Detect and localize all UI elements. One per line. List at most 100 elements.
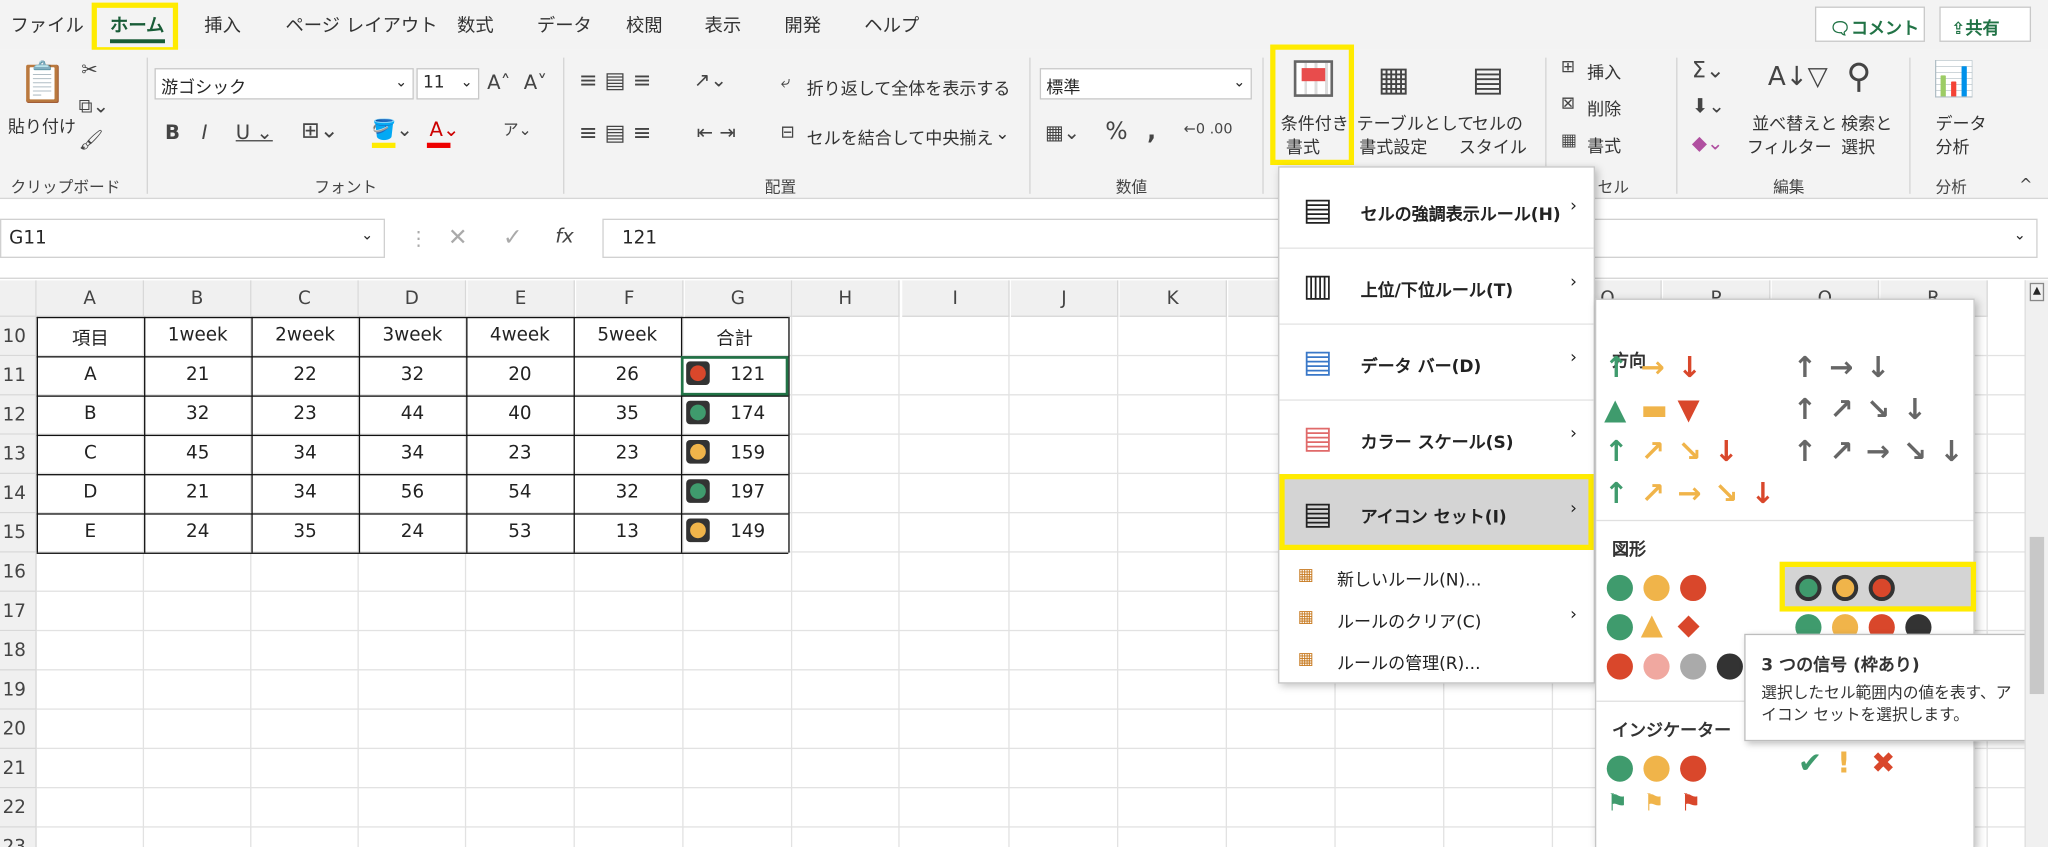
total-cell[interactable]: 159 <box>712 443 783 464</box>
table-cell[interactable]: 13 <box>574 521 681 542</box>
decimal-icon[interactable]: ←0 .00 <box>1184 120 1233 137</box>
decrease-font-icon[interactable]: A˅ <box>524 71 547 95</box>
collapse-ribbon-icon[interactable]: ^ <box>2019 175 2032 193</box>
format-cells-icon[interactable]: ▦ <box>1561 131 1577 151</box>
select-all-corner[interactable] <box>0 280 37 317</box>
italic-icon[interactable]: I <box>202 120 208 144</box>
font-color-icon[interactable]: A⌄ <box>430 118 460 142</box>
total-cell[interactable]: 197 <box>712 482 783 503</box>
table-header-cell[interactable]: 3week <box>359 325 466 346</box>
conditional-format-label-1[interactable]: 条件付き <box>1281 110 1349 135</box>
cut-icon[interactable]: ✂ <box>81 58 97 82</box>
direction-arrow-icon[interactable]: ▼ <box>1677 394 1699 427</box>
copy-icon[interactable]: ⧉⌄ <box>79 94 109 118</box>
table-format-icon[interactable]: ▦ <box>1378 60 1410 99</box>
tab-developer[interactable]: 開発 <box>784 12 821 38</box>
tab-review[interactable]: 校閲 <box>626 12 663 38</box>
column-header[interactable]: K <box>1119 280 1228 317</box>
menu-item-new-rule[interactable]: ▦ 新しいルール(N)... <box>1279 558 1593 597</box>
share-button[interactable]: ⇪共有 <box>1939 6 2032 42</box>
table-header-cell[interactable]: 4week <box>466 325 573 346</box>
insert-cells-button[interactable]: 挿入 <box>1587 59 1621 84</box>
increase-font-icon[interactable]: A˄ <box>487 71 510 95</box>
tab-data[interactable]: データ <box>537 12 592 38</box>
traffic-light-rimmed-icon[interactable] <box>1868 574 1895 602</box>
menu-item-icon-sets[interactable]: ▤ アイコン セット(I) › <box>1279 474 1594 550</box>
merge-center-button[interactable]: セルを結合して中央揃え <box>807 124 994 150</box>
tab-insert[interactable]: 挿入 <box>204 12 241 38</box>
row-header[interactable]: 21 <box>0 749 37 789</box>
delete-cells-button[interactable]: 削除 <box>1587 96 1621 121</box>
table-header-cell[interactable]: 2week <box>251 325 358 346</box>
direction-arrow-icon[interactable]: ↑ <box>1604 352 1628 385</box>
tab-page-layout[interactable]: ページ レイアウト <box>285 12 437 38</box>
table-cell[interactable]: 53 <box>466 521 573 542</box>
table-cell[interactable]: 21 <box>144 482 251 503</box>
name-box[interactable]: G11 ⌄ <box>0 218 385 258</box>
align-left-icon[interactable]: ≡ ▤ ≡ <box>579 120 651 146</box>
conditional-format-label-2[interactable]: 書式 <box>1286 134 1320 159</box>
column-header[interactable]: C <box>251 280 359 317</box>
bold-icon[interactable]: B <box>165 120 180 144</box>
menu-item-color-scale[interactable]: ▤ カラー スケール(S) › <box>1279 401 1594 477</box>
comma-icon[interactable]: , <box>1147 118 1156 145</box>
column-header[interactable]: J <box>1010 280 1119 317</box>
direction-arrow-icon[interactable]: ▬ <box>1641 394 1668 427</box>
cell-style-label-1[interactable]: セルの <box>1472 110 1523 135</box>
table-cell[interactable]: 22 <box>251 364 358 385</box>
gray-arrow-icon[interactable]: ↑ <box>1793 394 1817 427</box>
column-header[interactable]: E <box>467 280 575 317</box>
wrap-text-icon[interactable]: ⤶ <box>780 73 790 93</box>
x-icon[interactable]: ✖ <box>1871 748 1895 781</box>
table-cell[interactable]: 40 <box>466 403 573 424</box>
table-cell[interactable]: 34 <box>251 443 358 464</box>
row-header[interactable]: 19 <box>0 670 37 710</box>
vertical-scrollbar[interactable]: ▲ <box>2024 280 2048 847</box>
shape-icon[interactable] <box>1606 614 1633 641</box>
sort-filter-label-1[interactable]: 並べ替えと <box>1752 110 1837 135</box>
column-header[interactable]: B <box>144 280 252 317</box>
table-cell[interactable]: 24 <box>144 521 251 542</box>
direction-arrow-icon[interactable]: ↗ <box>1641 436 1665 469</box>
table-header-cell[interactable]: 合計 <box>681 325 788 351</box>
menu-item-highlight-rules[interactable]: ▤ セルの強調表示ルール(H) › <box>1279 173 1594 249</box>
table-cell[interactable]: 54 <box>466 482 573 503</box>
gray-arrow-icon[interactable]: ↓ <box>1866 352 1890 385</box>
fill-color-icon[interactable]: 🪣⌄ <box>372 118 413 142</box>
table-cell[interactable]: 35 <box>251 521 358 542</box>
row-header[interactable]: 12 <box>0 395 37 435</box>
check-icon[interactable]: ✔ <box>1798 748 1822 781</box>
paste-button[interactable]: 貼り付け <box>8 113 76 138</box>
exclamation-circle-icon[interactable] <box>1643 755 1670 782</box>
direction-arrow-icon[interactable]: ↘ <box>1714 478 1738 511</box>
function-icon[interactable]: fx <box>555 224 574 248</box>
shape-icon[interactable] <box>1716 653 1743 680</box>
table-format-label-1[interactable]: テーブルとして <box>1357 110 1475 135</box>
column-header[interactable]: F <box>576 280 684 317</box>
menu-item-data-bar[interactable]: ▤ データ バー(D) › <box>1279 325 1594 401</box>
gray-arrow-icon[interactable]: ↓ <box>1939 436 1963 469</box>
font-name-select[interactable]: 游ゴシック ⌄ <box>154 68 414 100</box>
table-cell[interactable]: D <box>37 482 144 503</box>
tab-help[interactable]: ヘルプ <box>864 12 919 38</box>
format-cells-button[interactable]: 書式 <box>1587 132 1621 157</box>
direction-arrow-icon[interactable]: → <box>1677 478 1701 511</box>
merge-icon[interactable]: ⊟ <box>780 123 794 143</box>
tab-file[interactable]: ファイル <box>10 12 83 38</box>
paste-icon[interactable]: 📋 <box>18 60 67 106</box>
percent-icon[interactable]: % <box>1105 118 1127 145</box>
column-header[interactable]: I <box>902 280 1010 317</box>
underline-icon[interactable]: U ⌄ <box>236 120 273 144</box>
phonetic-icon[interactable]: ア⌄ <box>503 118 532 140</box>
comment-button[interactable]: 🗨コメント <box>1814 6 1925 42</box>
direction-arrow-icon[interactable]: ↑ <box>1604 478 1628 511</box>
border-icon[interactable]: ⊞⌄ <box>301 118 338 144</box>
tab-view[interactable]: 表示 <box>705 12 742 38</box>
table-cell[interactable]: B <box>37 403 144 424</box>
format-painter-icon[interactable]: 🖌 <box>79 128 104 152</box>
direction-arrow-icon[interactable]: ↓ <box>1751 478 1775 511</box>
column-header[interactable]: H <box>792 280 900 317</box>
table-cell[interactable]: 34 <box>359 443 466 464</box>
table-cell[interactable]: 23 <box>251 403 358 424</box>
menu-item-clear-rules[interactable]: ▦ ルールのクリア(C) › <box>1279 600 1593 639</box>
